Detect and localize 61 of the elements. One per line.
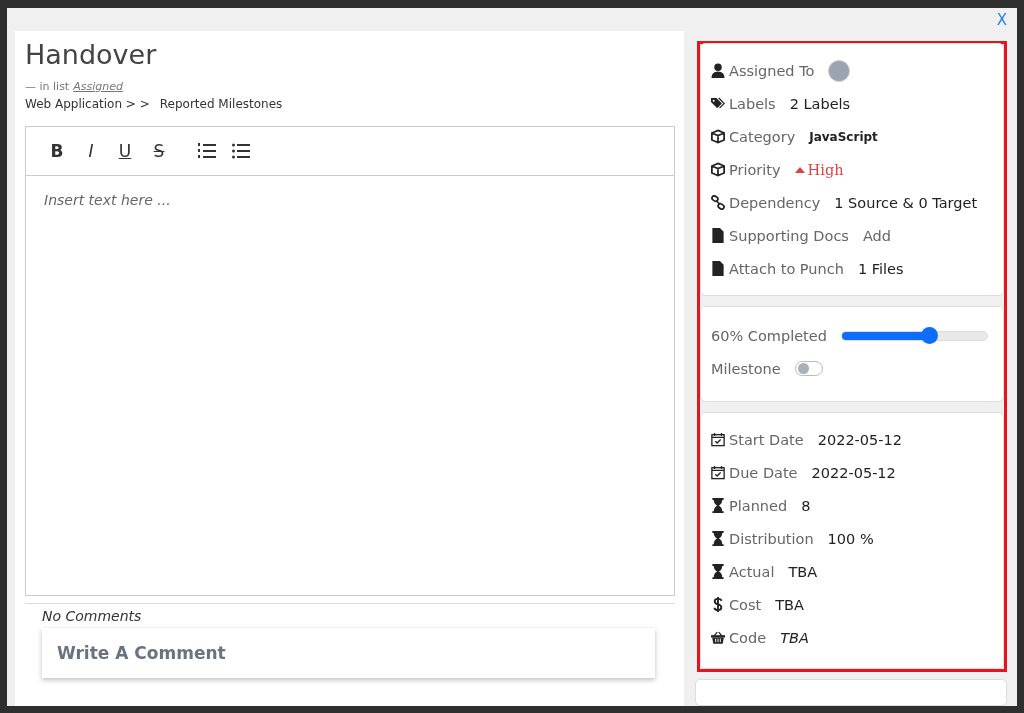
cube-icon [711, 129, 725, 144]
field-value: JavaScript [809, 129, 878, 144]
field-label: Distribution [729, 530, 814, 547]
breadcrumb-item[interactable]: Web Application > > [25, 97, 150, 111]
strikethrough-button[interactable]: S [145, 141, 173, 161]
field-label: Planned [729, 497, 788, 514]
bullet-list-icon[interactable] [232, 143, 250, 159]
field-value: TBA [775, 596, 804, 613]
field-label: Actual [729, 563, 775, 580]
calendar-check-icon [711, 432, 725, 448]
field-value: 100 % [827, 530, 874, 547]
field-label: Assigned To [729, 62, 815, 79]
person-icon [711, 63, 725, 78]
field-value: 2 Labels [789, 95, 851, 112]
hourglass-icon [711, 564, 725, 580]
field-label: Start Date [729, 431, 804, 448]
bold-button[interactable]: B [43, 141, 71, 161]
slider-thumb[interactable] [920, 326, 938, 344]
file-icon [711, 228, 725, 243]
breadcrumb-item[interactable]: Reported Milestones [159, 97, 283, 111]
add-link[interactable]: Add [862, 227, 891, 244]
caret-up-icon [794, 166, 805, 173]
field-label: Attach to Punch [729, 260, 844, 277]
field-value: 2022-05-12 [811, 464, 896, 481]
calendar-check-icon [711, 465, 725, 481]
comment-field[interactable]: Write A Comment [42, 628, 655, 678]
basket-icon [711, 630, 725, 646]
milestone-label: Milestone [711, 360, 781, 377]
field-label: Due Date [729, 464, 798, 481]
italic-button[interactable]: I [77, 141, 105, 161]
field-label: Supporting Docs [729, 227, 849, 244]
field-label: Priority [729, 161, 781, 178]
field-value: TBA [780, 629, 809, 646]
list-link[interactable]: Assigned [73, 80, 123, 93]
priority-value[interactable]: High [794, 161, 844, 178]
cube-icon [711, 162, 725, 177]
link-icon [711, 195, 725, 210]
progress-slider[interactable] [840, 330, 988, 341]
field-label: Category [729, 128, 796, 145]
underline-button[interactable]: U [111, 141, 139, 161]
field-label: Dependency [729, 194, 821, 211]
field-value: 1 Source & 0 Target [834, 194, 978, 211]
field-label: Cost [729, 596, 762, 613]
field-value: 2022-05-12 [817, 431, 902, 448]
hourglass-icon [711, 531, 725, 547]
field-label: Code [729, 629, 767, 646]
field-value: 1 Files [857, 260, 904, 277]
task-title: Handover [25, 39, 158, 70]
dollar-icon [711, 597, 725, 613]
avatar[interactable] [828, 59, 851, 82]
comments-status: No Comments [42, 608, 143, 624]
hourglass-icon [711, 498, 725, 514]
progress-label: 60% Completed [711, 327, 827, 344]
numbered-list-icon[interactable] [198, 143, 216, 159]
tags-icon [711, 96, 725, 111]
text-editor-field[interactable]: Insert text here ... [26, 176, 674, 595]
file-icon [711, 261, 725, 276]
field-label: Labels [729, 95, 776, 112]
field-value: 8 [801, 497, 811, 514]
field-value: TBA [788, 563, 818, 580]
list-caption: — in list [25, 80, 70, 93]
